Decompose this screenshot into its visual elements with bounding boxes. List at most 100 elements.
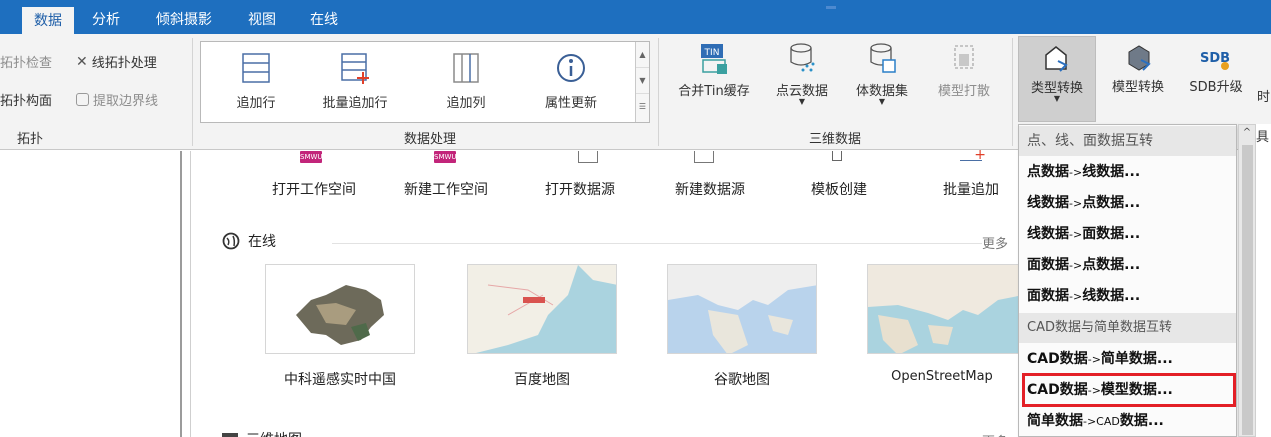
model-conversion-icon bbox=[1128, 45, 1151, 71]
attribute-update-icon bbox=[557, 54, 585, 82]
append-row-button[interactable]: 追加行 bbox=[221, 50, 291, 111]
group-separator bbox=[192, 38, 193, 146]
online-section-title: 在线 bbox=[222, 231, 276, 251]
point-cloud-icon bbox=[790, 43, 815, 72]
menu-item-simple-to-cad[interactable]: 简单数据->CAD数据... bbox=[1019, 406, 1236, 437]
svg-text:TIN: TIN bbox=[704, 48, 720, 58]
model-explode-button[interactable]: 模型打散 bbox=[924, 42, 1004, 99]
line-topology-label: 线拓扑处理 bbox=[91, 56, 157, 71]
pane-border bbox=[190, 151, 191, 437]
point-cloud-button[interactable]: 点云数据 ▼ bbox=[766, 42, 838, 106]
right-edge-label: 具 bbox=[1256, 130, 1270, 145]
smwu-icon: SMWU bbox=[300, 151, 323, 163]
time-button-label: 时 bbox=[1256, 90, 1270, 105]
menu-item-line-to-point[interactable]: 线数据->点数据... bbox=[1019, 188, 1236, 219]
tab-analysis[interactable]: 分析 bbox=[84, 6, 128, 34]
smwu-icon: SMWU bbox=[434, 151, 457, 163]
batch-append-icon: + bbox=[960, 147, 986, 163]
group-separator bbox=[1012, 38, 1013, 146]
menu-item-polygon-to-line[interactable]: 面数据->线数据... bbox=[1019, 281, 1236, 312]
menu-item-line-to-polygon[interactable]: 线数据->面数据... bbox=[1019, 219, 1236, 250]
3d-map-more-link[interactable]: 更多 bbox=[982, 431, 1008, 437]
menu-item-point-to-line[interactable]: 点数据->线数据... bbox=[1019, 157, 1236, 188]
append-column-label: 追加列 bbox=[446, 96, 486, 111]
new-datasource-link[interactable]: 新建数据源 bbox=[668, 179, 752, 199]
model-explode-label: 模型打散 bbox=[937, 84, 990, 99]
osm-map-image bbox=[868, 265, 1022, 353]
batch-append-row-button[interactable]: 批量追加行 bbox=[315, 50, 395, 111]
topology-polygon-button[interactable]: 拓扑构面 bbox=[0, 90, 52, 109]
baidu-map-image bbox=[468, 265, 616, 353]
tab-online[interactable]: 在线 bbox=[302, 6, 346, 34]
topology-check-label: 拓扑检查 bbox=[0, 56, 53, 71]
time-button[interactable]: 时 bbox=[1256, 86, 1271, 105]
data-processing-gallery: 追加行 批量追加行 追加列 属性更新 ▲ ▼ ☰ bbox=[200, 41, 650, 123]
map-label-china: 中科遥感实时中国 bbox=[284, 372, 396, 388]
title-glyph-icon bbox=[826, 6, 836, 11]
tab-data[interactable]: 数据 bbox=[22, 7, 74, 34]
pane-divider[interactable] bbox=[180, 151, 182, 437]
merge-tin-cache-button[interactable]: TIN 合并Tin缓存 bbox=[668, 42, 760, 99]
new-workspace-link[interactable]: 新建工作空间 bbox=[398, 179, 494, 199]
sdb-upgrade-label: SDB升级 bbox=[1189, 80, 1243, 95]
model-conversion-label: 模型转换 bbox=[1111, 80, 1164, 95]
attribute-update-button[interactable]: 属性更新 bbox=[531, 50, 611, 111]
highlight-box bbox=[1022, 373, 1236, 407]
tab-oblique-photography[interactable]: 倾斜摄影 bbox=[142, 6, 226, 34]
china-map-image bbox=[296, 285, 384, 345]
online-more-link[interactable]: 更多 bbox=[982, 233, 1008, 252]
start-page: SMWU SMWU + 打开工作空间 新建工作空间 打开数据源 新建数据源 模板… bbox=[192, 147, 1022, 437]
map-label-osm: OpenStreetMap bbox=[891, 369, 993, 384]
gallery-expand-icon[interactable]: ☰ bbox=[636, 94, 649, 120]
topology-group-label: 拓扑 bbox=[16, 132, 43, 147]
map-thumbnail-google[interactable] bbox=[667, 264, 817, 354]
batch-append-link[interactable]: 批量追加 bbox=[936, 179, 1006, 199]
open-datasource-link[interactable]: 打开数据源 bbox=[538, 179, 622, 199]
menu-header-point-line-polygon: 点、线、面数据互转 bbox=[1019, 126, 1236, 156]
map-thumbnail-osm[interactable] bbox=[867, 264, 1022, 354]
menu-scroll-thumb[interactable] bbox=[1242, 145, 1253, 435]
map-thumbnail-baidu[interactable] bbox=[467, 264, 617, 354]
menu-scrollbar[interactable]: ^ bbox=[1238, 124, 1256, 437]
menu-header-cad-simple: CAD数据与简单数据互转 bbox=[1019, 313, 1236, 343]
menu-item-cad-to-simple[interactable]: CAD数据->简单数据... bbox=[1019, 344, 1236, 375]
open-workspace-link[interactable]: 打开工作空间 bbox=[266, 179, 362, 199]
model-explode-icon bbox=[954, 45, 974, 69]
map-label-google: 谷歌地图 bbox=[714, 372, 770, 388]
menu-scroll-up-icon[interactable]: ^ bbox=[1239, 127, 1255, 138]
sdb-upgrade-button[interactable]: SDB SDB升级 bbox=[1182, 42, 1250, 95]
gallery-scroll-up-icon[interactable]: ▲ bbox=[636, 42, 649, 68]
gallery-scroll-down-icon[interactable]: ▼ bbox=[636, 68, 649, 94]
online-title-label: 在线 bbox=[248, 234, 276, 250]
gallery-scroll[interactable]: ▲ ▼ ☰ bbox=[635, 42, 649, 122]
attribute-update-label: 属性更新 bbox=[544, 96, 597, 111]
tab-view[interactable]: 视图 bbox=[240, 6, 284, 34]
model-conversion-button[interactable]: 模型转换 bbox=[1100, 42, 1176, 95]
google-map-image bbox=[668, 265, 816, 353]
menu-item-polygon-to-point[interactable]: 面数据->点数据... bbox=[1019, 250, 1236, 281]
append-column-icon bbox=[453, 53, 479, 83]
extract-boundary-icon bbox=[76, 93, 89, 106]
map-thumbnail-china[interactable] bbox=[265, 264, 415, 354]
batch-append-row-icon bbox=[341, 53, 369, 84]
data-processing-group-label: 数据处理 bbox=[403, 132, 456, 147]
sdb-upgrade-icon: SDB bbox=[1200, 51, 1230, 70]
template-create-link[interactable]: 模板创建 bbox=[804, 179, 874, 199]
extract-boundary-button[interactable]: 提取边界线 bbox=[76, 90, 158, 109]
tin-cache-icon: TIN bbox=[701, 44, 727, 74]
line-topology-button[interactable]: ✕ 线拓扑处理 bbox=[76, 52, 157, 72]
type-conversion-icon bbox=[1045, 46, 1068, 72]
template-create-icon bbox=[832, 151, 842, 161]
volume-dataset-button[interactable]: 体数据集 ▼ bbox=[846, 42, 918, 106]
globe-icon bbox=[222, 232, 240, 250]
3d-map-icon bbox=[222, 433, 238, 437]
append-row-icon bbox=[242, 53, 270, 83]
group-separator bbox=[658, 38, 659, 146]
section-divider bbox=[332, 243, 982, 244]
3d-data-group-label: 三维数据 bbox=[808, 132, 861, 147]
append-column-button[interactable]: 追加列 bbox=[431, 50, 501, 111]
topology-check-button[interactable]: 拓扑检查 bbox=[0, 52, 52, 71]
map-label-baidu: 百度地图 bbox=[514, 372, 570, 388]
type-conversion-button[interactable]: 类型转换 ▼ bbox=[1018, 36, 1096, 122]
new-datasource-icon bbox=[694, 151, 714, 163]
